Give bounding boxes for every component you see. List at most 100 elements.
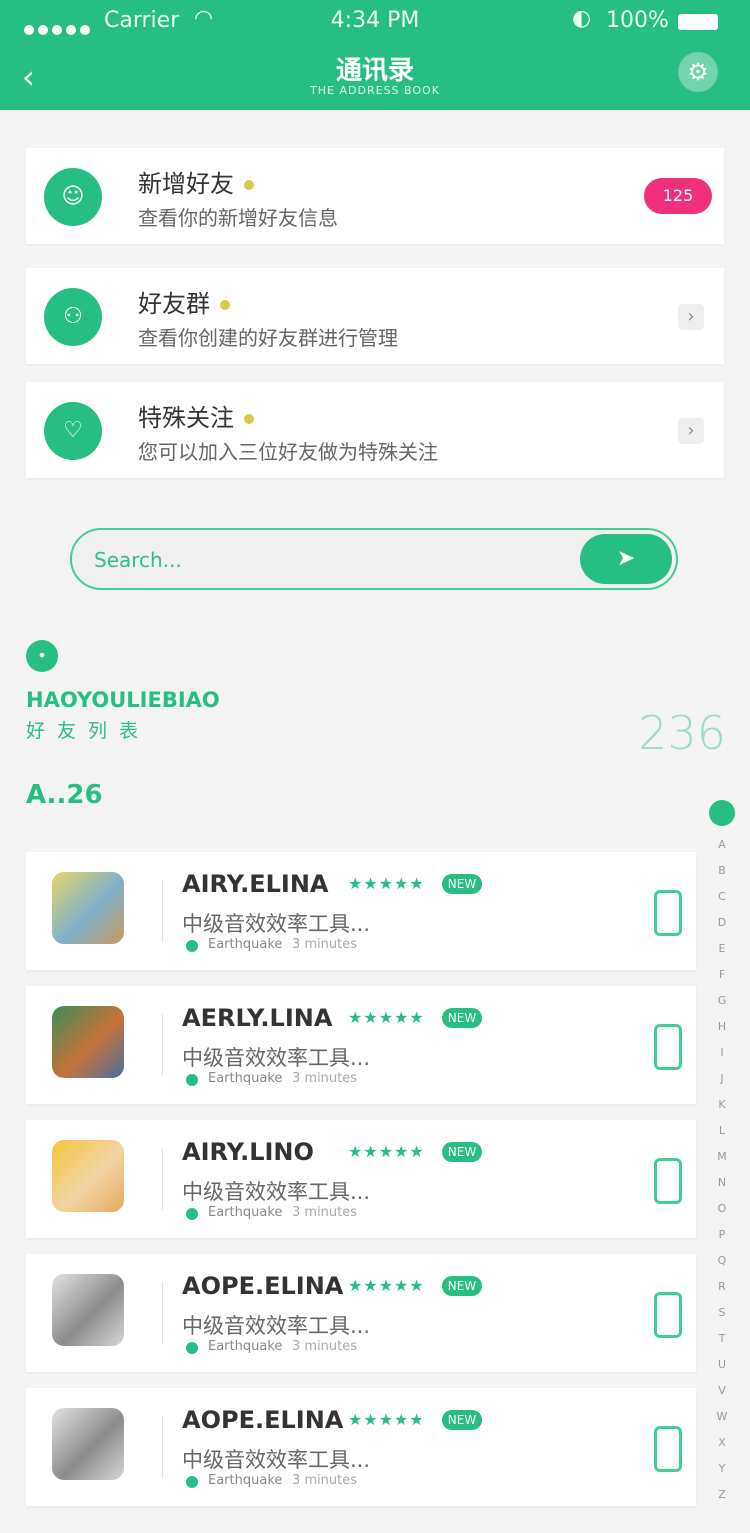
brand-name: HAOYOULIEBIAO <box>26 688 220 712</box>
group-icon: ⚇ <box>44 288 102 346</box>
card-title-wrap: 特殊关注 <box>138 398 254 433</box>
chevron-right-icon: › <box>678 418 704 444</box>
contact-desc: 中级音效效率工具... <box>182 1314 371 1338</box>
search-bar: ➤ <box>70 528 678 590</box>
contact-time: 3 minutes <box>292 1071 358 1086</box>
alphabet-letter[interactable]: I <box>708 1040 736 1066</box>
battery-percent: 100% <box>606 8 669 33</box>
alphabet-letter[interactable]: D <box>708 910 736 936</box>
card-title-wrap: 新增好友 <box>138 164 254 199</box>
alphabet-letter[interactable]: R <box>708 1274 736 1300</box>
alphabet-letter[interactable]: S <box>708 1300 736 1326</box>
location-icon <box>186 940 198 952</box>
notification-badge: 125 <box>644 178 712 214</box>
person-icon: ☺ <box>44 168 102 226</box>
contact-name: AIRY.ELINA <box>182 870 329 898</box>
alphabet-letter[interactable]: J <box>708 1066 736 1092</box>
heart-icon: ♡ <box>44 402 102 460</box>
alphabet-letter[interactable]: L <box>708 1118 736 1144</box>
chevron-right-icon: › <box>678 304 704 330</box>
alphabet-letter[interactable]: Y <box>708 1456 736 1482</box>
location-icon <box>186 1074 198 1086</box>
avatar <box>52 1408 124 1480</box>
card-desc: 查看你创建的好友群进行管理 <box>138 326 398 350</box>
alphabet-letter[interactable]: U <box>708 1352 736 1378</box>
divider <box>162 1014 163 1076</box>
phone-icon[interactable] <box>654 1292 682 1338</box>
rating-stars: ★★★★★ <box>348 1008 425 1027</box>
card-special-follow[interactable]: ♡ 特殊关注 您可以加入三位好友做为特殊关注 › <box>26 382 724 478</box>
alphabet-letter[interactable]: K <box>708 1092 736 1118</box>
contact-meta: Earthquake <box>208 1339 283 1354</box>
brand-subtitle: 好友列表 <box>26 720 151 742</box>
list-item[interactable]: AOPE.ELINA ★★★★★ NEW 中级音效效率工具... Earthqu… <box>26 1388 696 1506</box>
status-dot <box>244 414 254 424</box>
alphabet-letter[interactable]: M <box>708 1144 736 1170</box>
phone-icon[interactable] <box>654 1024 682 1070</box>
location-icon <box>186 1476 198 1488</box>
alphabet-letter[interactable]: X <box>708 1430 736 1456</box>
rating-stars: ★★★★★ <box>348 1276 425 1295</box>
contact-time: 3 minutes <box>292 1473 358 1488</box>
list-item[interactable]: AIRY.LINO ★★★★★ NEW 中级音效效率工具... Earthqua… <box>26 1120 696 1238</box>
alphabet-letter[interactable]: F <box>708 962 736 988</box>
alphabet-letter[interactable]: G <box>708 988 736 1014</box>
rating-stars: ★★★★★ <box>348 1142 425 1161</box>
list-item[interactable]: AERLY.LINA ★★★★★ NEW 中级音效效率工具... Earthqu… <box>26 986 696 1104</box>
rating-stars: ★★★★★ <box>348 874 425 893</box>
divider <box>162 880 163 942</box>
divider <box>162 1282 163 1344</box>
divider <box>162 1416 163 1478</box>
alphabet-letter[interactable]: T <box>708 1326 736 1352</box>
alphabet-letter[interactable]: E <box>708 936 736 962</box>
contact-desc: 中级音效效率工具... <box>182 1448 371 1472</box>
new-tag: NEW <box>442 874 482 894</box>
new-tag: NEW <box>442 1410 482 1430</box>
contact-name: AERLY.LINA <box>182 1004 333 1032</box>
list-item[interactable]: AOPE.ELINA ★★★★★ NEW 中级音效效率工具... Earthqu… <box>26 1254 696 1372</box>
status-dot <box>220 300 230 310</box>
contact-desc: 中级音效效率工具... <box>182 912 371 936</box>
section-icon: • <box>26 640 58 672</box>
alphabet-letter[interactable]: B <box>708 858 736 884</box>
send-icon: ➤ <box>616 546 636 571</box>
alphabet-letter[interactable]: H <box>708 1014 736 1040</box>
phone-icon[interactable] <box>654 1158 682 1204</box>
phone-icon[interactable] <box>654 890 682 936</box>
contact-name: AOPE.ELINA <box>182 1406 344 1434</box>
location-icon <box>186 1342 198 1354</box>
card-title: 新增好友 <box>138 170 234 198</box>
card-title: 好友群 <box>138 290 210 318</box>
alphabet-letter[interactable]: N <box>708 1170 736 1196</box>
alphabet-letter[interactable]: O <box>708 1196 736 1222</box>
alphabet-letter[interactable]: A <box>708 832 736 858</box>
alphabet-letter[interactable]: Q <box>708 1248 736 1274</box>
card-new-friends[interactable]: ☺ 新增好友 查看你的新增好友信息 125 <box>26 148 724 244</box>
index-top-icon[interactable] <box>709 800 735 826</box>
friend-count: 236 <box>638 706 726 760</box>
contact-meta: Earthquake <box>208 1071 283 1086</box>
divider <box>162 1148 163 1210</box>
location-icon <box>186 1208 198 1220</box>
app-header: Carrier ◠ 4:34 PM ◐ 100% ‹ 通讯录 THE ADDRE… <box>0 0 750 110</box>
contact-meta: Earthquake <box>208 1205 283 1220</box>
alphabet-letters: ABCDEFGHIJKLMNOPQRSTUVWXYZ <box>708 832 736 1508</box>
alphabet-letter[interactable]: Z <box>708 1482 736 1508</box>
page-subtitle: THE ADDRESS BOOK <box>310 84 440 97</box>
alphabet-letter[interactable]: P <box>708 1222 736 1248</box>
card-friend-groups[interactable]: ⚇ 好友群 查看你创建的好友群进行管理 › <box>26 268 724 364</box>
battery-icon <box>678 14 718 30</box>
settings-button[interactable]: ⚙ <box>678 52 718 92</box>
contact-desc: 中级音效效率工具... <box>182 1046 371 1070</box>
contact-desc: 中级音效效率工具... <box>182 1180 371 1204</box>
card-desc: 您可以加入三位好友做为特殊关注 <box>138 440 438 464</box>
alphabet-letter[interactable]: W <box>708 1404 736 1430</box>
search-button[interactable]: ➤ <box>580 534 672 584</box>
alphabet-letter[interactable]: C <box>708 884 736 910</box>
alphabet-letter[interactable]: V <box>708 1378 736 1404</box>
list-item[interactable]: AIRY.ELINA ★★★★★ NEW 中级音效效率工具... Earthqu… <box>26 852 696 970</box>
group-label: A..26 <box>26 780 103 810</box>
search-input[interactable] <box>92 540 576 580</box>
rating-stars: ★★★★★ <box>348 1410 425 1429</box>
phone-icon[interactable] <box>654 1426 682 1472</box>
